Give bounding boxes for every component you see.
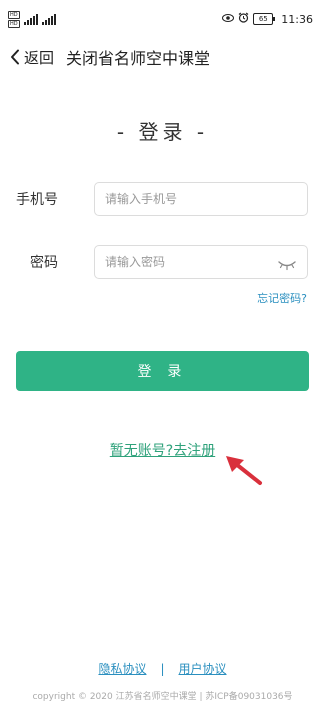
alarm-icon [238, 12, 249, 26]
battery-icon: 65 [253, 13, 276, 25]
phone-label: 手机号 [16, 192, 58, 208]
password-input[interactable] [95, 255, 307, 269]
arrow-annotation-icon [222, 452, 266, 492]
clock: 11:36 [281, 12, 313, 26]
register-link[interactable]: 暂无账号?去注册 [0, 440, 325, 460]
password-row: 密码 [0, 244, 325, 280]
forgot-password-link[interactable]: 忘记密码? [257, 290, 307, 306]
sim-indicators: HD HD [8, 10, 20, 28]
back-label: 返回 [24, 48, 55, 67]
password-field-wrapper [94, 245, 308, 279]
sim1-badge: HD [8, 10, 20, 19]
privacy-policy-link[interactable]: 隐私协议 [98, 660, 146, 677]
signal-icon [23, 13, 38, 25]
phone-row: 手机号 [0, 181, 325, 217]
login-button[interactable]: 登 录 [16, 351, 309, 391]
copyright-text: copyright © 2020 江苏省名师空中课堂 | 苏ICP备090310… [32, 692, 293, 702]
phone-field-wrapper [94, 182, 308, 216]
footer-links: 隐私协议 | 用户协议 [0, 660, 325, 677]
password-label: 密码 [30, 255, 58, 271]
eye-comfort-icon [222, 13, 235, 26]
eye-closed-icon[interactable] [277, 256, 297, 275]
status-bar: HD HD 65 11:36 [0, 0, 325, 38]
page-title: 关闭省名师空中课堂 [66, 49, 211, 68]
title-bar: 返回 关闭省名师空中课堂 [0, 38, 325, 76]
signal2-icon [41, 13, 56, 25]
chevron-left-icon [10, 49, 20, 65]
login-heading: - 登录 - [116, 120, 209, 144]
sim2-badge: HD [8, 19, 20, 28]
back-button[interactable]: 返回 [10, 47, 54, 68]
status-left: HD HD [8, 10, 56, 28]
user-agreement-link[interactable]: 用户协议 [179, 660, 227, 677]
phone-input[interactable] [95, 192, 307, 206]
status-right: 65 11:36 [222, 12, 313, 26]
footer-separator: | [160, 661, 165, 676]
